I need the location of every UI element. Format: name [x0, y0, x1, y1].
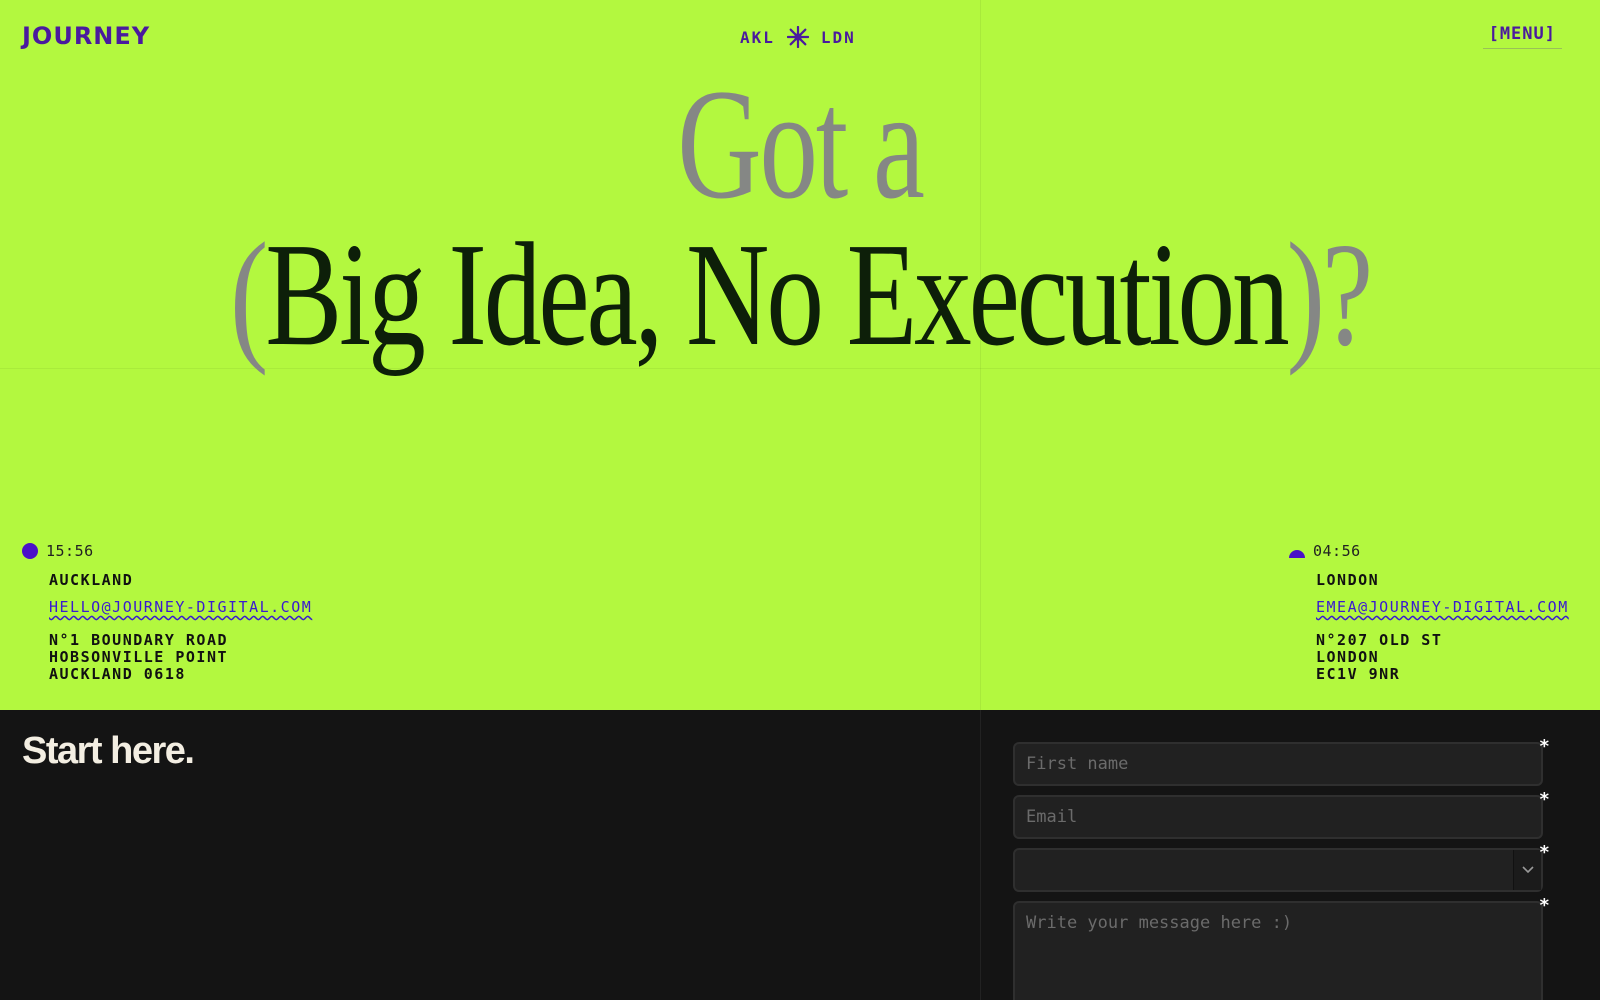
logo[interactable]: JOURNEY — [22, 22, 150, 50]
star-burst-icon — [786, 26, 809, 48]
message-textarea[interactable] — [1015, 903, 1541, 1000]
address: N°1 BOUNDARY ROAD HOBSONVILLE POINT AUCK… — [49, 632, 312, 683]
email-link[interactable]: EMEA@JOURNEY-DIGITAL.COM — [1316, 598, 1569, 616]
location-details: AUCKLAND HELLO@JOURNEY-DIGITAL.COM N°1 B… — [22, 571, 312, 683]
required-marker: * — [1539, 842, 1549, 863]
address-line: LONDON — [1316, 648, 1380, 666]
location-auckland: 15:56 AUCKLAND HELLO@JOURNEY-DIGITAL.COM… — [22, 542, 312, 683]
required-marker: * — [1539, 789, 1549, 810]
menu-button[interactable]: [MENU] — [1482, 24, 1562, 49]
half-circle-icon — [1289, 550, 1305, 558]
contact-form: * * * * — [1013, 736, 1549, 1000]
first-name-field-wrap: * — [1013, 736, 1549, 786]
enquiry-select[interactable]: * — [1013, 842, 1549, 892]
time-row: 04:56 — [1289, 542, 1569, 560]
local-time: 04:56 — [1313, 542, 1361, 560]
hero-open-paren: ( — [229, 213, 268, 377]
address: N°207 OLD ST LONDON EC1V 9NR — [1316, 632, 1569, 683]
city-name: AUCKLAND — [49, 571, 134, 589]
city-right-label: LDN — [820, 27, 856, 47]
hero-line-2: (Big Idea, No Execution)? — [176, 220, 1424, 370]
address-line: AUCKLAND 0618 — [49, 665, 186, 683]
email-field-wrap: * — [1013, 789, 1549, 839]
chevron-down-icon[interactable] — [1513, 850, 1541, 890]
required-marker: * — [1539, 895, 1549, 916]
hero-emphasis: Big Idea, No Execution — [265, 213, 1289, 377]
location-details: LONDON EMEA@JOURNEY-DIGITAL.COM N°207 OL… — [1289, 571, 1569, 683]
location-london: 04:56 LONDON EMEA@JOURNEY-DIGITAL.COM N°… — [1289, 542, 1569, 683]
contact-heading: Start here. — [22, 730, 195, 772]
city-left-label: AKL — [740, 27, 775, 47]
section-divider — [980, 710, 981, 1000]
address-line: EC1V 9NR — [1316, 665, 1401, 683]
first-name-input[interactable] — [1015, 744, 1541, 784]
time-row: 15:56 — [22, 542, 312, 560]
full-circle-icon — [22, 543, 38, 559]
address-line: N°207 OLD ST — [1316, 631, 1443, 649]
required-marker: * — [1539, 736, 1549, 757]
address-line: N°1 BOUNDARY ROAD — [49, 631, 229, 649]
city-name: LONDON — [1316, 571, 1380, 589]
hero-line-1: Got a — [677, 57, 925, 232]
city-switcher: AKL LDN — [740, 26, 856, 48]
email-input[interactable] — [1015, 797, 1541, 837]
address-line: HOBSONVILLE POINT — [49, 648, 229, 666]
email-link[interactable]: HELLO@JOURNEY-DIGITAL.COM — [49, 598, 312, 616]
hero-close-paren: )? — [1286, 213, 1374, 377]
local-time: 15:56 — [46, 542, 94, 560]
contact-section: Start here. * * * * — [0, 710, 1600, 1000]
message-field-wrap: * — [1013, 895, 1549, 1000]
